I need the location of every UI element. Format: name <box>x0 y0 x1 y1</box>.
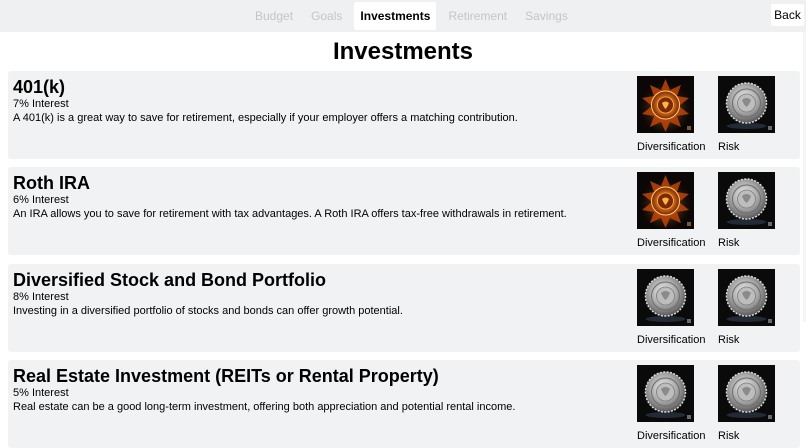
tab-bar: Budget Goals Investments Retirement Savi… <box>246 2 577 30</box>
investment-description: An IRA allows you to save for retirement… <box>13 208 567 220</box>
tab-investments[interactable]: Investments <box>354 2 437 30</box>
fire-medallion-icon <box>637 76 694 133</box>
investment-card: Roth IRA 6% Interest An IRA allows you t… <box>8 167 800 255</box>
investment-name: Real Estate Investment (REITs or Rental … <box>13 366 439 386</box>
silver-medallion-icon <box>718 172 775 229</box>
diversification-label: Diversification <box>637 334 706 346</box>
tab-goals[interactable]: Goals <box>302 2 351 30</box>
risk-label: Risk <box>718 141 740 153</box>
top-nav-bar: Budget Goals Investments Retirement Savi… <box>0 0 806 32</box>
tab-budget[interactable]: Budget <box>246 2 302 30</box>
investment-description: A 401(k) is a great way to save for reti… <box>13 112 518 124</box>
tab-retirement[interactable]: Retirement <box>439 2 516 30</box>
investment-card: Diversified Stock and Bond Portfolio 8% … <box>8 264 800 352</box>
risk-label: Risk <box>718 430 740 442</box>
investment-card: Real Estate Investment (REITs or Rental … <box>8 360 800 448</box>
silver-medallion-icon <box>637 269 694 326</box>
investment-card: 401(k) 7% Interest A 401(k) is a great w… <box>8 71 800 159</box>
investment-interest: 8% Interest <box>13 291 69 303</box>
investment-interest: 6% Interest <box>13 194 69 206</box>
diversification-label: Diversification <box>637 430 706 442</box>
tab-savings[interactable]: Savings <box>516 2 577 30</box>
investment-description: Investing in a diversified portfolio of … <box>13 305 403 317</box>
silver-medallion-icon <box>718 269 775 326</box>
investment-name: Roth IRA <box>13 173 90 193</box>
silver-medallion-icon <box>718 76 775 133</box>
diversification-label: Diversification <box>637 237 706 249</box>
risk-label: Risk <box>718 237 740 249</box>
risk-label: Risk <box>718 334 740 346</box>
silver-medallion-icon <box>718 365 775 422</box>
investment-description: Real estate can be a good long-term inve… <box>13 401 516 413</box>
investment-name: Diversified Stock and Bond Portfolio <box>13 270 327 290</box>
page-title: Investments <box>332 38 474 65</box>
investment-interest: 5% Interest <box>13 387 69 399</box>
fire-medallion-icon <box>637 172 694 229</box>
investment-interest: 7% Interest <box>13 98 69 110</box>
back-button[interactable]: Back <box>771 4 804 26</box>
investment-name: 401(k) <box>13 77 66 97</box>
diversification-label: Diversification <box>637 141 706 153</box>
silver-medallion-icon <box>637 365 694 422</box>
